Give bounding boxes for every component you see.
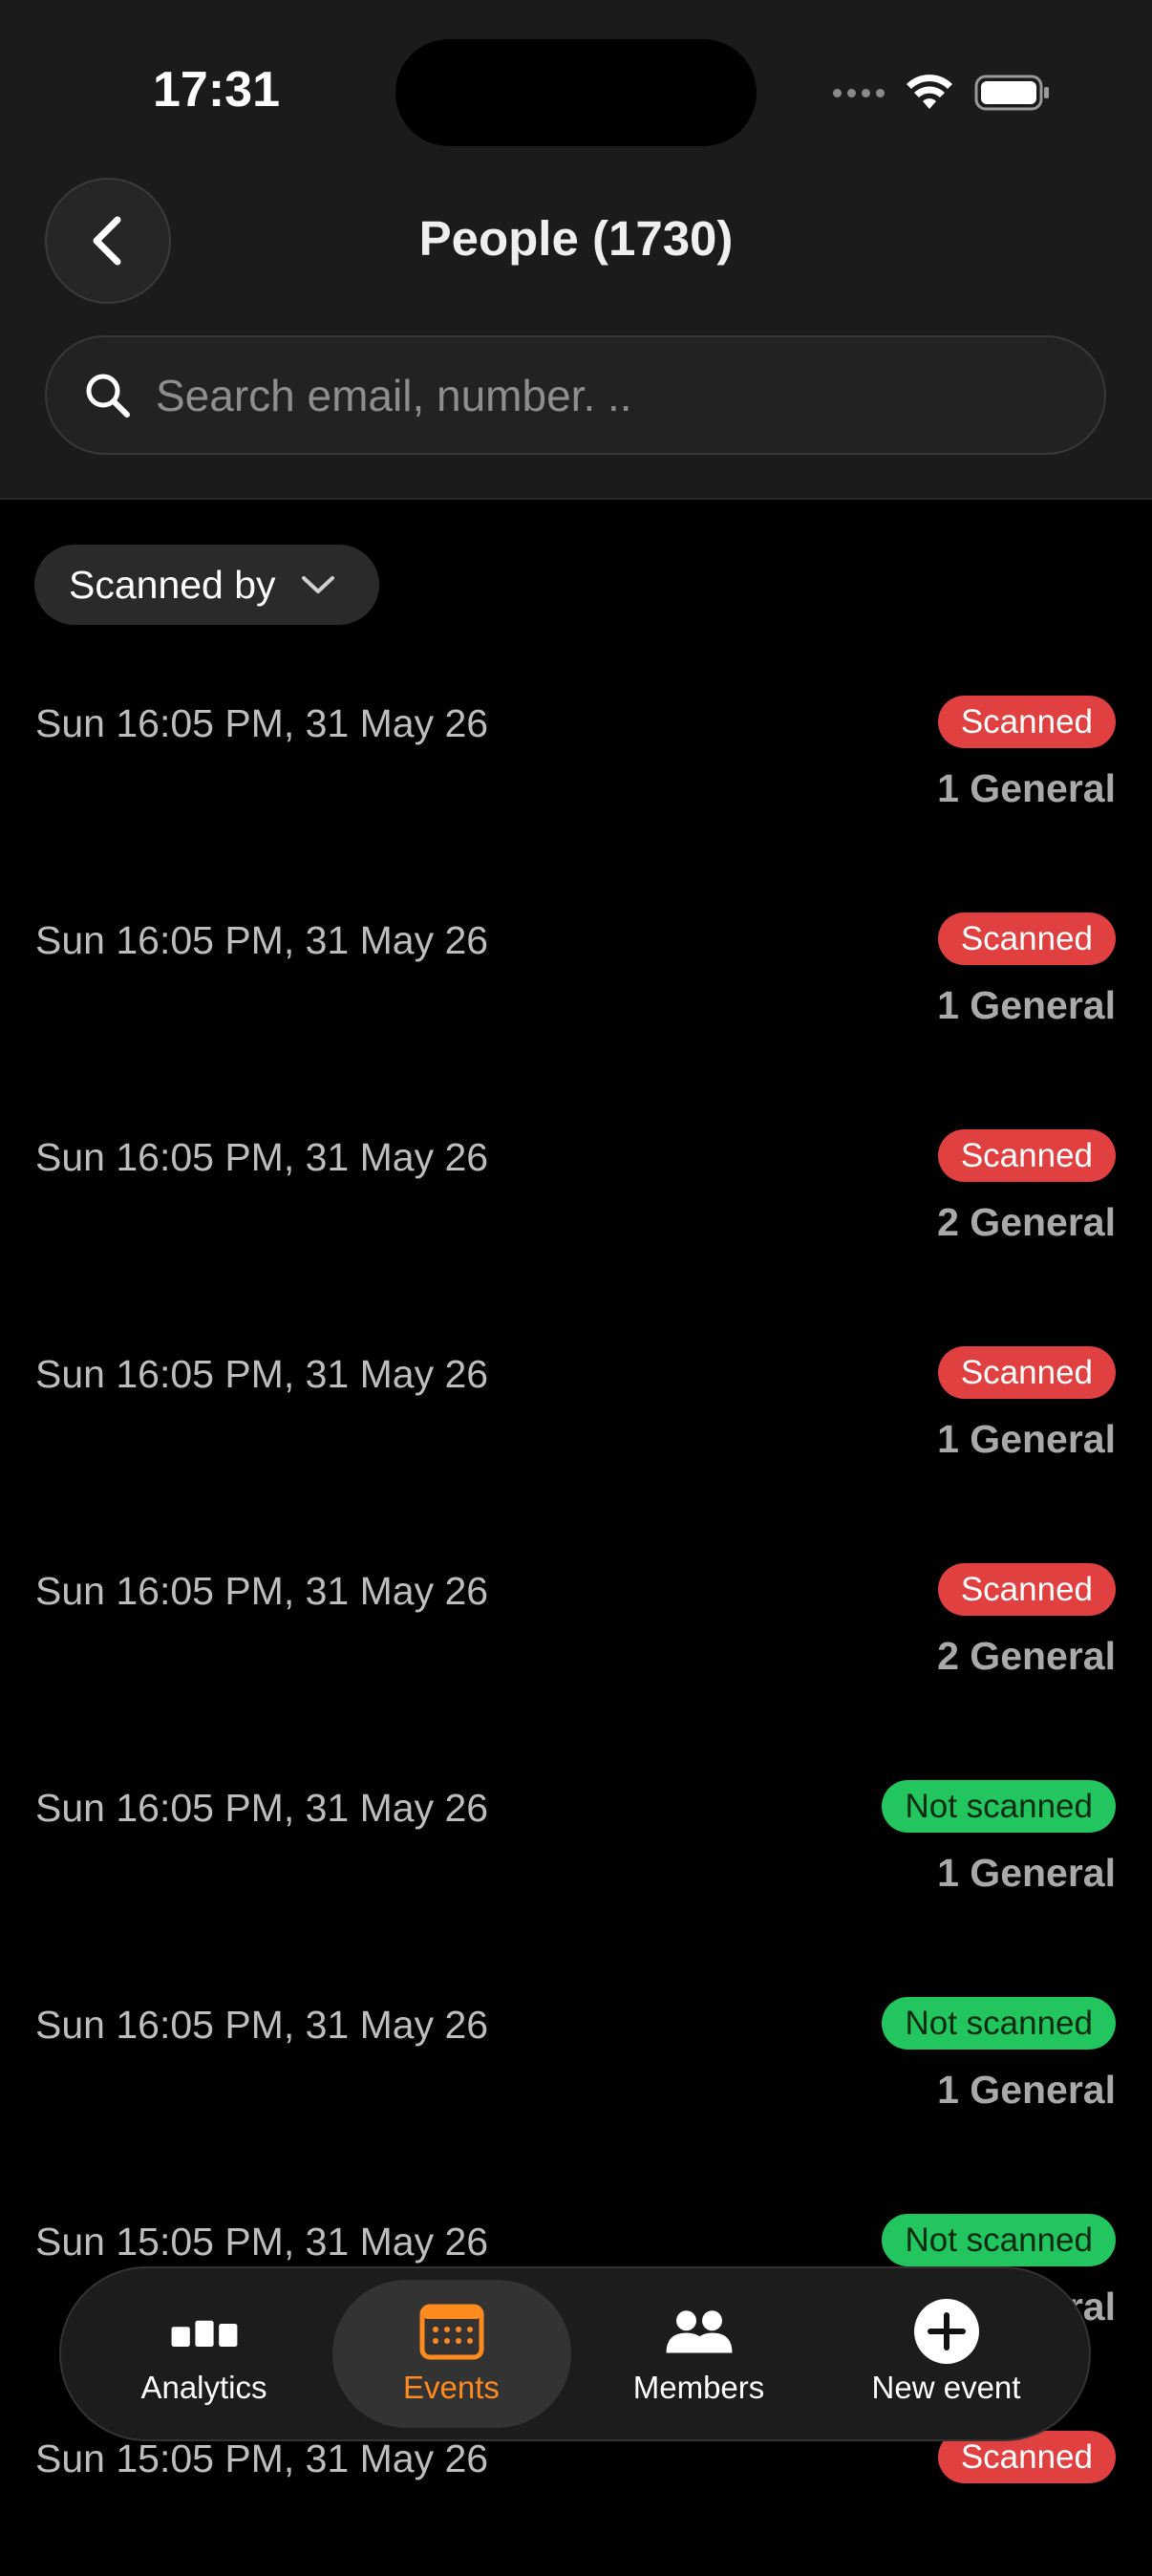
cellular-signal-icon bbox=[833, 88, 885, 97]
status-badge: Not scanned bbox=[882, 2214, 1116, 2266]
page-title: People (1730) bbox=[418, 211, 734, 266]
ticket-count: 1 General bbox=[937, 1417, 1116, 1461]
tab-label: Events bbox=[403, 2369, 500, 2405]
status-badge: Scanned bbox=[937, 1129, 1116, 1182]
scanned-by-filter[interactable]: Scanned by bbox=[34, 545, 379, 625]
list-item[interactable]: Sun 16:05 PM, 31 May 26 Scanned 1 Genera… bbox=[0, 867, 1152, 1058]
entry-date: Sun 16:05 PM, 31 May 26 bbox=[35, 1786, 489, 1830]
status-bar-indicators bbox=[833, 69, 1051, 117]
ticket-count: 1 General bbox=[937, 983, 1116, 1027]
wifi-icon bbox=[907, 75, 952, 109]
status-badge: Not scanned bbox=[882, 1997, 1116, 2050]
entry-date: Sun 16:05 PM, 31 May 26 bbox=[35, 701, 489, 745]
dynamic-island bbox=[395, 39, 757, 146]
ticket-count: 1 General bbox=[937, 766, 1116, 810]
entry-date: Sun 16:05 PM, 31 May 26 bbox=[35, 2003, 489, 2047]
search-input[interactable] bbox=[156, 369, 1104, 421]
search-icon bbox=[83, 371, 133, 420]
tab-label: Analytics bbox=[140, 2369, 267, 2405]
battery-icon bbox=[974, 75, 1049, 111]
bottom-tab-bar: Analytics Events Members New event bbox=[59, 2266, 1091, 2441]
calendar-icon bbox=[417, 2303, 486, 2360]
ticket-count: 2 General bbox=[937, 1200, 1116, 1244]
tab-events[interactable]: Events bbox=[331, 2280, 571, 2428]
list-item[interactable]: Sun 16:05 PM, 31 May 26 Not scanned 1 Ge… bbox=[0, 1734, 1152, 1925]
chevron-down-icon bbox=[301, 576, 334, 593]
entry-date: Sun 16:05 PM, 31 May 26 bbox=[35, 1569, 489, 1613]
ticket-count: 2 General bbox=[937, 1634, 1116, 1678]
plus-circle-icon bbox=[912, 2298, 981, 2364]
entry-date: Sun 16:05 PM, 31 May 26 bbox=[35, 1135, 489, 1179]
filter-label: Scanned by bbox=[69, 562, 276, 607]
search-bar[interactable] bbox=[45, 335, 1106, 455]
tab-new-event[interactable]: New event bbox=[827, 2280, 1066, 2428]
status-badge: Scanned bbox=[937, 696, 1116, 748]
bar-chart-icon bbox=[170, 2303, 239, 2360]
entry-date: Sun 16:05 PM, 31 May 26 bbox=[35, 1352, 489, 1396]
entry-date: Sun 15:05 PM, 31 May 26 bbox=[35, 2220, 489, 2264]
ticket-count: 1 General bbox=[937, 1851, 1116, 1895]
ticket-count: 1 General bbox=[937, 2068, 1116, 2112]
status-badge: Not scanned bbox=[882, 1780, 1116, 1833]
status-badge: Scanned bbox=[937, 912, 1116, 965]
people-icon bbox=[665, 2303, 734, 2360]
list-item[interactable]: Sun 16:05 PM, 31 May 26 Scanned 2 Genera… bbox=[0, 1084, 1152, 1275]
status-badge: Scanned bbox=[937, 1346, 1116, 1399]
list-item[interactable]: Sun 16:05 PM, 31 May 26 Scanned 2 Genera… bbox=[0, 1517, 1152, 1708]
entry-date: Sun 16:05 PM, 31 May 26 bbox=[35, 918, 489, 962]
tab-label: Members bbox=[632, 2369, 765, 2405]
top-header: 17:31 People (1730) bbox=[0, 0, 1152, 500]
tab-members[interactable]: Members bbox=[580, 2280, 819, 2428]
list-item[interactable]: Sun 16:05 PM, 31 May 26 Scanned 1 Genera… bbox=[0, 1300, 1152, 1492]
status-bar-time: 17:31 bbox=[153, 62, 280, 118]
list-item[interactable]: Sun 16:05 PM, 31 May 26 Not scanned 1 Ge… bbox=[0, 1951, 1152, 2142]
entry-date: Sun 15:05 PM, 31 May 26 bbox=[35, 2436, 489, 2480]
tab-label: New event bbox=[871, 2369, 1021, 2405]
tab-analytics[interactable]: Analytics bbox=[85, 2280, 324, 2428]
status-badge: Scanned bbox=[937, 1563, 1116, 1616]
list-item[interactable]: Sun 16:05 PM, 31 May 26 Scanned 1 Genera… bbox=[0, 650, 1152, 841]
